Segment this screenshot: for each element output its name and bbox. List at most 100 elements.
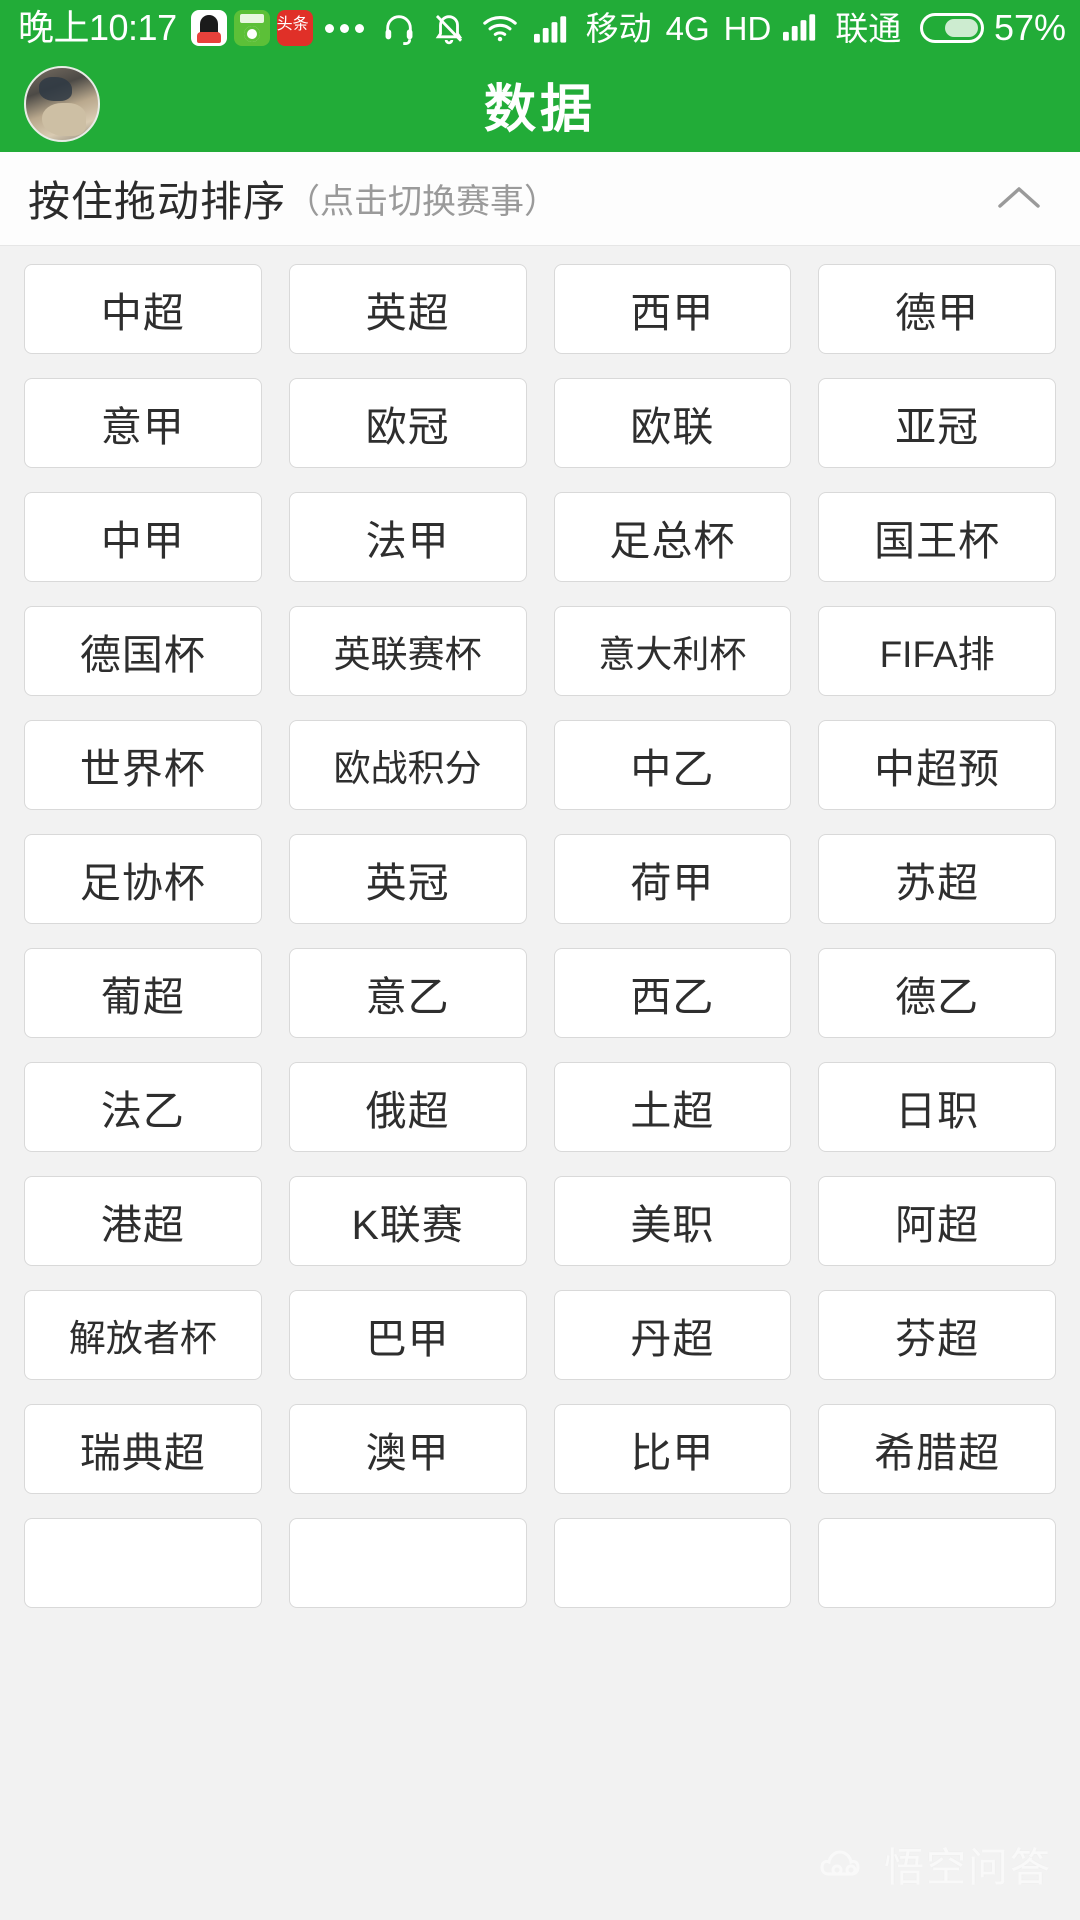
league-cell[interactable]: 中超	[24, 264, 262, 354]
league-cell[interactable]: 俄超	[288, 1062, 527, 1152]
league-cell-label: 德甲	[895, 290, 980, 336]
league-cell-label: 解放者杯	[68, 1318, 217, 1359]
app-root: 晚上10:17 头条 移动 4G HD 联通 57% 数据 按住拖动排序 （点击…	[0, 0, 1080, 1920]
league-cell[interactable]: 英联赛杯	[288, 606, 527, 696]
sort-hint-bar[interactable]: 按住拖动排序 （点击切换赛事）	[0, 152, 1080, 246]
league-cell-label: 欧冠	[365, 404, 450, 450]
league-cell[interactable]: 欧联	[553, 378, 792, 468]
league-cell[interactable]	[288, 1518, 527, 1608]
app-bar: 数据	[0, 56, 1080, 152]
wukong-logo-icon	[820, 1844, 872, 1884]
league-cell[interactable]: 葡超	[24, 948, 262, 1038]
status-app-icons: 头条	[190, 10, 313, 46]
league-cell-label: 荷甲	[630, 860, 715, 906]
league-cell-label: 阿超	[895, 1202, 980, 1248]
sort-hint-main-label: 按住拖动排序	[28, 178, 287, 225]
league-cell[interactable]: 法乙	[24, 1062, 262, 1152]
league-cell[interactable]: 欧战积分	[288, 720, 527, 810]
league-cell[interactable]: 德甲	[818, 264, 1056, 354]
league-cell-label: 德乙	[895, 974, 980, 1020]
league-cell[interactable]: 日职	[818, 1062, 1056, 1152]
league-cell[interactable]: 比甲	[553, 1404, 792, 1494]
league-cell[interactable]: K联赛	[288, 1176, 527, 1266]
league-cell[interactable]	[553, 1518, 792, 1608]
toutiao-icon-label: 头条	[276, 16, 309, 33]
league-cell[interactable]: 英超	[288, 264, 527, 354]
league-cell[interactable]: 澳甲	[288, 1404, 527, 1494]
league-cell[interactable]: 意大利杯	[553, 606, 792, 696]
league-cell[interactable]: 西乙	[553, 948, 792, 1038]
league-cell-label: 意甲	[100, 404, 185, 450]
bell-muted-icon	[432, 11, 466, 45]
league-cell-label: 中超	[100, 290, 185, 336]
league-cell-label: 欧联	[630, 404, 715, 450]
league-cell[interactable]: 中超预	[818, 720, 1056, 810]
league-cell[interactable]: 德乙	[818, 948, 1056, 1038]
battery-percent-label: 57%	[993, 7, 1066, 48]
league-cell-label: 足总杯	[609, 518, 736, 564]
league-cell-label: 港超	[100, 1202, 185, 1248]
league-cell-label: 西乙	[630, 974, 715, 1020]
league-cell[interactable]: 欧冠	[288, 378, 527, 468]
league-cell-label: 德国杯	[79, 632, 206, 678]
league-cell[interactable]: 国王杯	[818, 492, 1056, 582]
league-cell-label: 英联赛杯	[333, 634, 482, 675]
league-cell[interactable]: 美职	[553, 1176, 792, 1266]
league-cell[interactable]: 阿超	[818, 1176, 1056, 1266]
league-cell-label: 法乙	[100, 1088, 185, 1134]
league-cell-label: 国王杯	[874, 518, 1001, 564]
league-cell[interactable]: 法甲	[288, 492, 527, 582]
league-cell[interactable]: 足协杯	[24, 834, 262, 924]
headset-icon	[382, 11, 416, 45]
league-cell[interactable]: 亚冠	[818, 378, 1056, 468]
league-cell[interactable]: 中乙	[553, 720, 792, 810]
league-cell[interactable]: 芬超	[818, 1290, 1056, 1380]
league-cell[interactable]: 解放者杯	[24, 1290, 262, 1380]
league-cell[interactable]: 意甲	[24, 378, 262, 468]
league-cell[interactable]	[24, 1518, 262, 1608]
league-cell[interactable]: 巴甲	[288, 1290, 527, 1380]
league-grid-container: 中超 英超 西甲 德甲意甲 欧冠 欧联 亚冠中甲 法甲 足总杯 国王杯德国杯 英联赛杯 意大利杯 FIF…	[0, 246, 1080, 1919]
league-cell[interactable]: 瑞典超	[24, 1404, 262, 1494]
football-app-icon	[233, 10, 270, 46]
league-cell[interactable]: 土超	[553, 1062, 792, 1152]
league-cell[interactable]: 西甲	[553, 264, 792, 354]
league-cell[interactable]: 世界杯	[24, 720, 262, 810]
chevron-up-icon[interactable]	[992, 179, 1046, 219]
league-cell-label: 葡超	[100, 974, 185, 1020]
carrier-primary-label: 移动	[585, 9, 652, 47]
status-clock: 晚上10:17	[18, 7, 177, 48]
league-cell[interactable]: 德国杯	[24, 606, 262, 696]
status-battery-group: 57%	[919, 7, 1066, 48]
league-cell[interactable]: FIFA排	[818, 606, 1056, 696]
league-cell-label: 意乙	[365, 974, 450, 1020]
league-cell-label: 日职	[895, 1088, 980, 1134]
league-cell-label: 中超预	[874, 746, 1001, 792]
league-cell[interactable]: 丹超	[553, 1290, 792, 1380]
status-overflow-dots-icon	[324, 23, 364, 33]
toutiao-icon: 头条	[276, 10, 313, 46]
league-cell[interactable]: 港超	[24, 1176, 262, 1266]
league-cell-label: 土超	[630, 1088, 715, 1134]
league-cell-label: 瑞典超	[79, 1430, 206, 1476]
watermark: 悟空问答	[820, 1835, 1052, 1893]
league-cell[interactable]: 意乙	[288, 948, 527, 1038]
league-cell-label: 巴甲	[365, 1316, 450, 1362]
league-cell[interactable]	[818, 1518, 1056, 1608]
league-cell[interactable]: 中甲	[24, 492, 262, 582]
status-bar: 晚上10:17 头条 移动 4G HD 联通 57%	[0, 0, 1080, 56]
league-cell[interactable]: 英冠	[288, 834, 527, 924]
league-cell[interactable]: 足总杯	[553, 492, 792, 582]
hd-label: HD	[723, 9, 772, 47]
wifi-icon	[482, 13, 518, 43]
league-cell[interactable]: 希腊超	[818, 1404, 1056, 1494]
league-cell-label: 西甲	[630, 290, 715, 336]
league-cell[interactable]: 荷甲	[553, 834, 792, 924]
user-avatar[interactable]	[24, 66, 100, 142]
league-cell-label: 希腊超	[874, 1430, 1001, 1476]
sort-hint-sub-label: （点击切换赛事）	[286, 183, 559, 221]
league-cell-label: 中甲	[100, 518, 185, 564]
carrier-secondary-label: 联通	[835, 9, 902, 47]
league-cell-label: 亚冠	[895, 404, 980, 450]
league-cell[interactable]: 苏超	[818, 834, 1056, 924]
